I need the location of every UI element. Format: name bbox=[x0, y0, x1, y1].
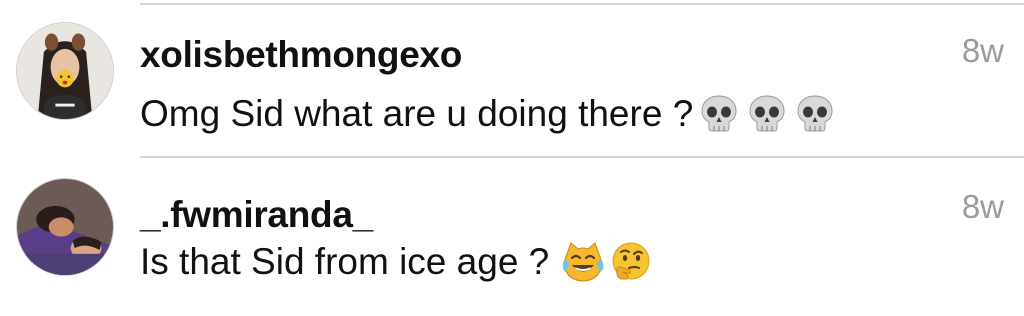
username[interactable]: _.fwmiranda_ bbox=[140, 194, 373, 236]
comment-body: Omg Sid what are u doing there ? bbox=[140, 92, 837, 136]
top-divider bbox=[140, 3, 1024, 5]
username[interactable]: xolisbethmongexo bbox=[140, 34, 462, 76]
thinking-face-icon bbox=[609, 240, 653, 284]
timestamp: 8w bbox=[961, 32, 1004, 69]
comment-body: Is that Sid from ice age ? bbox=[140, 240, 653, 284]
skull-icon bbox=[697, 92, 741, 136]
skull-icon bbox=[745, 92, 789, 136]
comment-item: xolisbethmongexo 8w Omg Sid what are u d… bbox=[0, 8, 1024, 158]
avatar[interactable] bbox=[16, 178, 114, 276]
timestamp: 8w bbox=[961, 188, 1004, 225]
comment-divider bbox=[140, 156, 1024, 158]
comment-text: Omg Sid what are u doing there ? bbox=[140, 93, 694, 134]
comment-text: Is that Sid from ice age ? bbox=[140, 241, 550, 282]
skull-icon bbox=[793, 92, 837, 136]
cat-tears-of-joy-icon bbox=[561, 240, 605, 284]
avatar[interactable] bbox=[16, 22, 114, 120]
comment-item: _.fwmiranda_ 8w Is that Sid from ice age… bbox=[0, 166, 1024, 316]
